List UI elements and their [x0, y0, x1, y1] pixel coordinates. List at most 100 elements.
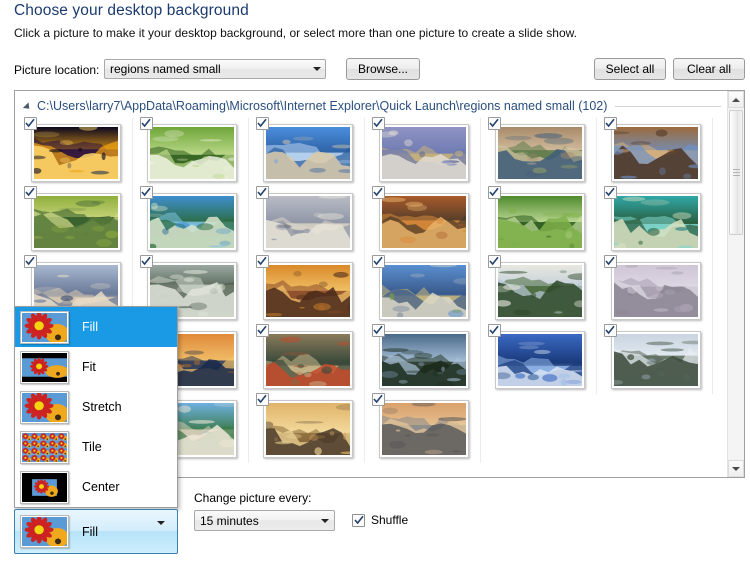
list-scrollbar[interactable]	[727, 91, 744, 477]
thumbnail-checkbox[interactable]	[371, 323, 385, 337]
thumbnail-item[interactable]	[251, 392, 365, 463]
select-all-button[interactable]: Select all	[594, 58, 666, 80]
thumbnail-checkbox[interactable]	[603, 323, 617, 337]
picture-position-menu[interactable]: Fill Fit Stretch Tile Center	[14, 306, 178, 508]
thumbnail-checkbox[interactable]	[23, 185, 37, 199]
position-menu-item-label: Fit	[82, 360, 96, 374]
thumbnail-item[interactable]	[483, 254, 597, 325]
shuffle-label: Shuffle	[371, 513, 409, 527]
thumbnail-item[interactable]	[251, 185, 365, 256]
chevron-down-icon[interactable]	[157, 520, 165, 539]
thumbnail-checkbox[interactable]	[139, 254, 153, 268]
thumbnail-checkbox[interactable]	[23, 116, 37, 130]
thumbnail-item[interactable]	[19, 185, 133, 256]
thumbnail-frame[interactable]	[255, 116, 353, 182]
thumbnail-frame[interactable]	[371, 116, 469, 182]
thumbnail-checkbox[interactable]	[371, 185, 385, 199]
thumbnail-checkbox[interactable]	[371, 392, 385, 406]
thumbnail-frame[interactable]	[487, 185, 585, 251]
change-interval-combobox[interactable]: 15 minutes	[194, 510, 335, 531]
thumbnail-item[interactable]	[599, 254, 713, 325]
thumbnail-frame[interactable]	[255, 254, 353, 320]
thumbnail-frame[interactable]	[603, 323, 701, 389]
thumbnail-checkbox[interactable]	[603, 254, 617, 268]
thumbnail-frame[interactable]	[487, 116, 585, 182]
thumbnail-checkbox[interactable]	[255, 185, 269, 199]
thumbnail-frame[interactable]	[23, 116, 121, 182]
scroll-down-icon[interactable]	[728, 460, 744, 477]
thumbnail-checkbox[interactable]	[23, 254, 37, 268]
thumbnail-item[interactable]	[483, 185, 597, 256]
thumbnail-checkbox[interactable]	[139, 116, 153, 130]
scrollbar-thumb[interactable]	[729, 110, 743, 235]
thumbnail-item[interactable]	[251, 323, 365, 394]
thumbnail-item[interactable]	[367, 116, 481, 187]
change-picture-label: Change picture every:	[194, 491, 312, 505]
scroll-up-icon[interactable]	[728, 91, 744, 108]
thumbnail-frame[interactable]	[371, 392, 469, 458]
chevron-down-icon[interactable]	[316, 518, 334, 523]
thumbnail-checkbox[interactable]	[603, 185, 617, 199]
thumbnail-frame[interactable]	[255, 323, 353, 389]
thumbnail-item[interactable]	[135, 116, 249, 187]
thumbnail-item[interactable]	[367, 323, 481, 394]
thumbnail-frame[interactable]	[255, 185, 353, 251]
thumbnail-item[interactable]	[599, 116, 713, 187]
thumbnail-checkbox[interactable]	[371, 254, 385, 268]
picture-position-combobox[interactable]: Fill	[14, 509, 178, 554]
group-divider	[615, 105, 721, 107]
thumbnail-frame[interactable]	[603, 254, 701, 320]
thumbnail-checkbox[interactable]	[255, 392, 269, 406]
position-menu-item-center[interactable]: Center	[15, 467, 177, 507]
check-icon	[25, 256, 35, 266]
group-header[interactable]: C:\Users\larry7\AppData\Roaming\Microsof…	[15, 96, 727, 116]
thumbnail-checkbox[interactable]	[255, 254, 269, 268]
thumbnail-frame[interactable]	[139, 116, 237, 182]
position-menu-item-label: Stretch	[82, 400, 122, 414]
thumbnail-checkbox[interactable]	[487, 323, 501, 337]
thumbnail-frame[interactable]	[371, 185, 469, 251]
thumbnail-item[interactable]	[599, 185, 713, 256]
thumbnail-item[interactable]	[599, 323, 713, 394]
thumbnail-checkbox[interactable]	[255, 116, 269, 130]
thumbnail-item[interactable]	[483, 116, 597, 187]
thumbnail-frame[interactable]	[23, 185, 121, 251]
fill-preview-icon	[20, 310, 69, 344]
position-menu-item-stretch[interactable]: Stretch	[15, 387, 177, 427]
check-icon	[605, 325, 615, 335]
shuffle-checkbox-row[interactable]: Shuffle	[352, 513, 408, 527]
thumbnail-checkbox[interactable]	[603, 116, 617, 130]
thumbnail-frame[interactable]	[603, 116, 701, 182]
thumbnail-item[interactable]	[135, 185, 249, 256]
thumbnail-checkbox[interactable]	[487, 254, 501, 268]
browse-button[interactable]: Browse...	[346, 58, 420, 80]
thumbnail-frame[interactable]	[603, 185, 701, 251]
position-menu-item-tile[interactable]: Tile	[15, 427, 177, 467]
thumbnail-frame[interactable]	[371, 254, 469, 320]
position-menu-item-fill[interactable]: Fill	[15, 307, 177, 347]
picture-location-combobox[interactable]: regions named small	[104, 59, 326, 79]
shuffle-checkbox[interactable]	[352, 513, 365, 527]
thumbnail-item[interactable]	[367, 392, 481, 463]
thumbnail-item[interactable]	[19, 116, 133, 187]
thumbnail-item[interactable]	[367, 185, 481, 256]
thumbnail-frame[interactable]	[371, 323, 469, 389]
thumbnail-item[interactable]	[483, 323, 597, 394]
thumbnail-item[interactable]	[251, 116, 365, 187]
thumbnail-item[interactable]	[251, 254, 365, 325]
thumbnail-checkbox[interactable]	[487, 116, 501, 130]
thumbnail-checkbox[interactable]	[255, 323, 269, 337]
clear-all-button[interactable]: Clear all	[673, 58, 745, 80]
thumbnail-frame[interactable]	[139, 185, 237, 251]
collapse-triangle-icon[interactable]	[22, 101, 33, 112]
thumbnail-checkbox[interactable]	[371, 116, 385, 130]
chevron-down-icon[interactable]	[308, 67, 325, 71]
thumbnail-checkbox[interactable]	[139, 185, 153, 199]
thumbnail-frame[interactable]	[487, 254, 585, 320]
thumbnail-item[interactable]	[367, 254, 481, 325]
check-icon	[141, 187, 151, 197]
thumbnail-checkbox[interactable]	[487, 185, 501, 199]
thumbnail-frame[interactable]	[487, 323, 585, 389]
thumbnail-frame[interactable]	[255, 392, 353, 458]
position-menu-item-fit[interactable]: Fit	[15, 347, 177, 387]
